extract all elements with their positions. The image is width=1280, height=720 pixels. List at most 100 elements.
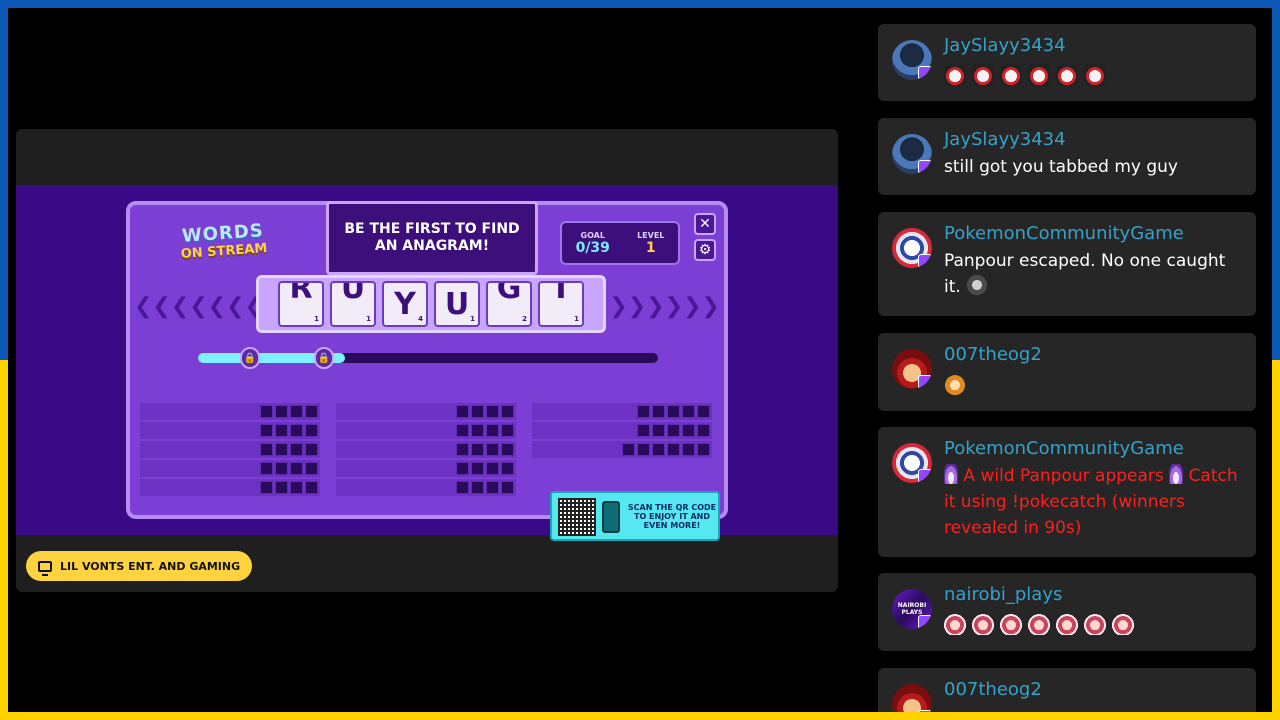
tile-letter: R (289, 281, 313, 306)
tile-letter: U (340, 281, 366, 306)
chat-message: 007theog2 (878, 333, 1256, 411)
slot-row (140, 479, 320, 496)
slot-row (336, 460, 516, 477)
chat-username[interactable]: JaySlayy3434 (944, 129, 1066, 150)
chat-username[interactable]: PokemonCommunityGame (944, 438, 1184, 459)
letter-tile: I1 (538, 281, 584, 327)
girl-emote-icon (1000, 613, 1022, 635)
tile-points: 1 (366, 315, 371, 323)
twitch-badge-icon (918, 160, 932, 174)
tile-letter: U (444, 286, 470, 322)
slot-row (336, 441, 516, 458)
letter-tile: R1 (278, 281, 324, 327)
chat-message: NAIROBI PLAYS nairobi_plays (878, 573, 1256, 651)
game-screen: WORDS ON STREAM BE THE FIRST TO FIND AN … (16, 185, 838, 541)
video-player[interactable]: WORDS ON STREAM BE THE FIRST TO FIND AN … (16, 129, 838, 592)
avatar[interactable] (892, 443, 932, 483)
flame-emote-icon (944, 464, 958, 484)
tile-points: 1 (470, 315, 475, 323)
tile-points: 1 (574, 315, 579, 323)
girl-emote-icon (944, 613, 966, 635)
chat-text: still got you tabbed my guy (944, 157, 1178, 177)
cat-emote-icon (1056, 64, 1078, 86)
chat-message: PokemonCommunityGame Panpour escaped. No… (878, 212, 1256, 316)
rail-left-chevrons-icon: ❮❮❮❮❮❮❮ (134, 293, 264, 319)
cat-emote-icon (944, 64, 966, 86)
slot-row (336, 479, 516, 496)
cat-emote-icon (1000, 64, 1022, 86)
chat-username[interactable]: PokemonCommunityGame (944, 223, 1184, 244)
slot-row (336, 403, 516, 420)
letter-tile: Y4 (382, 281, 428, 327)
avatar[interactable] (892, 40, 932, 80)
tile-points: 2 (522, 315, 527, 323)
channel-name: LIL VONTS ENT. AND GAMING (60, 559, 241, 573)
avatar[interactable] (892, 684, 932, 712)
flame-emote-icon (1169, 464, 1184, 484)
chat-username[interactable]: 007theog2 (944, 344, 1042, 365)
rail-right-chevrons-icon: ❯❯❯❯❯❯❯ (590, 293, 720, 319)
tile-letter: Y (394, 286, 416, 322)
qr-code-icon (558, 498, 596, 536)
lock-icon: 🔒 (240, 347, 260, 369)
avatar[interactable] (892, 349, 932, 389)
slot-row (532, 403, 712, 420)
avatar-text: NAIROBI PLAYS (897, 602, 927, 616)
gear-icon[interactable]: ⚙ (694, 239, 716, 261)
letter-tile: U1 (330, 281, 376, 327)
goal-value: 0/39 (575, 239, 610, 256)
slot-row (140, 422, 320, 439)
slot-row (140, 441, 320, 458)
letter-tile: G2 (486, 281, 532, 327)
chat-message: JaySlayy3434 (878, 24, 1256, 101)
qr-text: SCAN THE QR CODE TO ENJOY IT AND EVEN MO… (627, 503, 717, 530)
goal-progress-bar: 🔒 🔒 (198, 347, 658, 369)
cat-emote-icon (1028, 64, 1050, 86)
goal-level-panel: GOAL 0/39 LEVEL 1 (560, 221, 680, 265)
twitch-badge-icon (918, 469, 932, 483)
slot-row (140, 403, 320, 420)
close-icon[interactable]: ✕ (694, 213, 716, 235)
slot-row (140, 460, 320, 477)
phone-icon (602, 501, 620, 533)
avatar[interactable] (892, 228, 932, 268)
qr-promo: SCAN THE QR CODE TO ENJOY IT AND EVEN MO… (550, 491, 720, 541)
girl-emote-icon (1084, 613, 1106, 635)
cat-emote-icon (1084, 64, 1106, 86)
channel-badge[interactable]: LIL VONTS ENT. AND GAMING (26, 551, 253, 581)
slot-row (532, 422, 712, 439)
chat-message: PokemonCommunityGame A wild Panpour appe… (878, 427, 1256, 557)
slot-column-4b (336, 403, 516, 498)
chat-username[interactable]: JaySlayy3434 (944, 35, 1066, 56)
slot-column-5 (532, 403, 712, 460)
prompt-text: BE THE FIRST TO FIND AN ANAGRAM! (344, 221, 520, 254)
tv-icon (38, 560, 52, 576)
goal-label: GOAL (580, 230, 605, 240)
tile-points: 4 (418, 315, 423, 323)
stream-overlay: WORDS ON STREAM BE THE FIRST TO FIND AN … (8, 8, 1272, 712)
answer-slots (140, 403, 714, 503)
avatar[interactable] (892, 134, 932, 174)
avatar[interactable]: NAIROBI PLAYS (892, 589, 932, 629)
chat-message: 007theog2 (878, 668, 1256, 712)
emote-row (944, 613, 1134, 635)
chat-username[interactable]: nairobi_plays (944, 584, 1062, 605)
chat-message: JaySlayy3434 still got you tabbed my guy (878, 118, 1256, 195)
twitch-badge-icon (918, 254, 932, 268)
chat-feed: JaySlayy3434 JaySlayy3434 still got you … (878, 24, 1256, 712)
game-board: WORDS ON STREAM BE THE FIRST TO FIND AN … (126, 201, 728, 541)
twitch-badge-icon (918, 615, 932, 629)
girl-emote-icon (1028, 613, 1050, 635)
level-label: LEVEL (637, 230, 665, 240)
chat-alert-text: A wild Panpour appears Catch it using !p… (944, 463, 1244, 541)
dog-emote-icon (944, 373, 966, 395)
cat-emote-icon (972, 64, 994, 86)
emote-row (944, 373, 966, 395)
slot-row (336, 422, 516, 439)
slot-row (532, 441, 712, 458)
slot-column-4 (140, 403, 320, 498)
chat-username[interactable]: 007theog2 (944, 679, 1042, 700)
twitch-badge-icon (918, 375, 932, 389)
tile-letter: G (496, 281, 522, 306)
twitch-badge-icon (918, 710, 932, 712)
